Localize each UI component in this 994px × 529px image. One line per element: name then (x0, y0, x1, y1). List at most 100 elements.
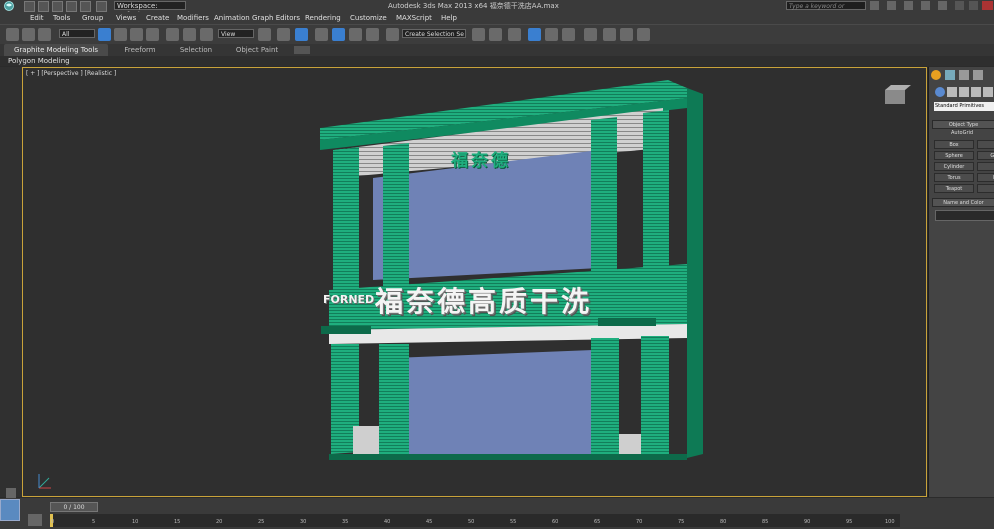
polygon-modeling-panel[interactable]: Polygon Modeling (8, 56, 70, 66)
app-logo-icon[interactable] (2, 1, 18, 11)
redo-icon[interactable] (80, 1, 91, 12)
tube-button[interactable]: Tu (977, 162, 994, 171)
project-folder-icon[interactable] (96, 1, 107, 12)
cylinder-button[interactable]: Cylinder (934, 162, 974, 171)
favorites-star-icon[interactable] (921, 1, 930, 10)
graphite-toggle-icon[interactable] (528, 28, 541, 41)
plane-button[interactable]: Pl (977, 184, 994, 193)
teapot-button[interactable]: Teapot (934, 184, 974, 193)
workspace-dropdown[interactable]: Workspace: Default (114, 1, 186, 19)
communication-icon[interactable] (904, 1, 913, 10)
new-file-icon[interactable] (24, 1, 35, 12)
object-type-rollout[interactable]: Object Type (932, 120, 994, 129)
unlink-icon[interactable] (22, 28, 35, 41)
percent-snap-icon[interactable] (349, 28, 362, 41)
curve-editor-icon[interactable] (545, 28, 558, 41)
geosphere-button[interactable]: GeoS (977, 151, 994, 160)
tab-object-paint[interactable]: Object Paint (226, 44, 288, 56)
torus-button[interactable]: Torus (934, 173, 974, 182)
menu-maxscript[interactable]: MAXScript (396, 12, 432, 24)
menu-rendering[interactable]: Rendering (305, 12, 341, 24)
primitive-type-dropdown[interactable]: Standard Primitives (934, 102, 994, 111)
select-manipulate-icon[interactable] (277, 28, 290, 41)
helpers-icon[interactable] (983, 87, 993, 97)
select-link-icon[interactable] (6, 28, 19, 41)
timeline-area: 0 / 100 0 5 10 15 20 25 30 35 40 45 50 5… (0, 498, 994, 529)
motion-tab-icon[interactable] (973, 70, 983, 80)
schematic-view-icon[interactable] (562, 28, 575, 41)
select-by-name-icon[interactable] (114, 28, 127, 41)
close-window-icon[interactable] (982, 1, 993, 10)
pyramid-button[interactable]: Pyr (977, 173, 994, 182)
menu-edit[interactable]: Edit (30, 12, 44, 24)
object-name-field[interactable] (935, 210, 994, 221)
tab-freeform[interactable]: Freeform (112, 44, 168, 56)
viewport-layout-icon[interactable] (0, 499, 20, 521)
window-title: Autodesk 3ds Max 2013 x64 福奈德干洗店AA.max (388, 2, 559, 10)
hierarchy-tab-icon[interactable] (959, 70, 969, 80)
subscription-icon[interactable] (887, 1, 896, 10)
move-icon[interactable] (166, 28, 179, 41)
menu-views[interactable]: Views (116, 12, 136, 24)
edit-named-selection-icon[interactable] (386, 28, 399, 41)
menu-modifiers[interactable]: Modifiers (177, 12, 209, 24)
save-file-icon[interactable] (52, 1, 63, 12)
menu-animation[interactable]: Animation (214, 12, 250, 24)
selection-filter-dropdown[interactable]: All (59, 29, 95, 38)
bind-space-warp-icon[interactable] (38, 28, 51, 41)
open-file-icon[interactable] (38, 1, 49, 12)
track-bar[interactable]: 0 5 10 15 20 25 30 35 40 45 50 55 60 65 … (50, 514, 900, 527)
rectangular-selection-icon[interactable] (130, 28, 143, 41)
tab-graphite-modeling-tools[interactable]: Graphite Modeling Tools (4, 44, 108, 56)
cameras-icon[interactable] (971, 87, 981, 97)
tick-label: 25 (258, 519, 265, 525)
autogrid-checkbox[interactable]: AutoGrid (951, 130, 973, 136)
render-production-icon[interactable] (637, 28, 650, 41)
menu-tools[interactable]: Tools (53, 12, 70, 24)
snaps-toggle-icon[interactable] (315, 28, 328, 41)
tick-label: 60 (552, 519, 559, 525)
menu-group[interactable]: Group (82, 12, 103, 24)
create-tab-icon[interactable] (931, 70, 941, 80)
search-binoculars-icon[interactable] (870, 1, 879, 10)
perspective-viewport[interactable]: [ + ] [Perspective ] [Realistic ] 福奈德 福奈… (22, 67, 927, 497)
keyboard-shortcut-override-icon[interactable] (295, 28, 308, 41)
rotate-icon[interactable] (183, 28, 196, 41)
shapes-icon[interactable] (947, 87, 957, 97)
ribbon-options-icon[interactable] (294, 46, 310, 54)
scale-icon[interactable] (200, 28, 213, 41)
expand-arrow-icon[interactable] (6, 488, 16, 498)
name-and-color-rollout[interactable]: Name and Color (932, 198, 994, 207)
window-crossing-icon[interactable] (146, 28, 159, 41)
time-slider[interactable]: 0 / 100 (50, 502, 98, 512)
restore-window-icon[interactable] (969, 1, 978, 10)
pivot-center-icon[interactable] (258, 28, 271, 41)
cone-button[interactable]: Co (977, 140, 994, 149)
menu-create[interactable]: Create (146, 12, 169, 24)
lights-icon[interactable] (959, 87, 969, 97)
align-icon[interactable] (489, 28, 502, 41)
help-icon[interactable] (938, 1, 947, 10)
material-editor-icon[interactable] (584, 28, 597, 41)
undo-icon[interactable] (66, 1, 77, 12)
menu-graph-editors[interactable]: Graph Editors (252, 12, 300, 24)
spinner-snap-icon[interactable] (366, 28, 379, 41)
box-button[interactable]: Box (934, 140, 974, 149)
layer-manager-icon[interactable] (508, 28, 521, 41)
geometry-icon[interactable] (935, 87, 945, 97)
named-selection-dropdown[interactable]: Create Selection Se (402, 29, 466, 38)
search-input[interactable]: Type a keyword or phrase (786, 1, 866, 19)
rendered-frame-window-icon[interactable] (620, 28, 633, 41)
tab-selection[interactable]: Selection (170, 44, 222, 56)
reference-coordinate-dropdown[interactable]: View (218, 29, 254, 38)
minimize-window-icon[interactable] (955, 1, 964, 10)
menu-customize[interactable]: Customize (350, 12, 387, 24)
track-bar-toggle-icon[interactable] (28, 514, 42, 526)
menu-help[interactable]: Help (441, 12, 457, 24)
angle-snap-icon[interactable] (332, 28, 345, 41)
mirror-icon[interactable] (472, 28, 485, 41)
sphere-button[interactable]: Sphere (934, 151, 974, 160)
render-setup-icon[interactable] (603, 28, 616, 41)
select-object-icon[interactable] (98, 28, 111, 41)
modify-tab-icon[interactable] (945, 70, 955, 80)
